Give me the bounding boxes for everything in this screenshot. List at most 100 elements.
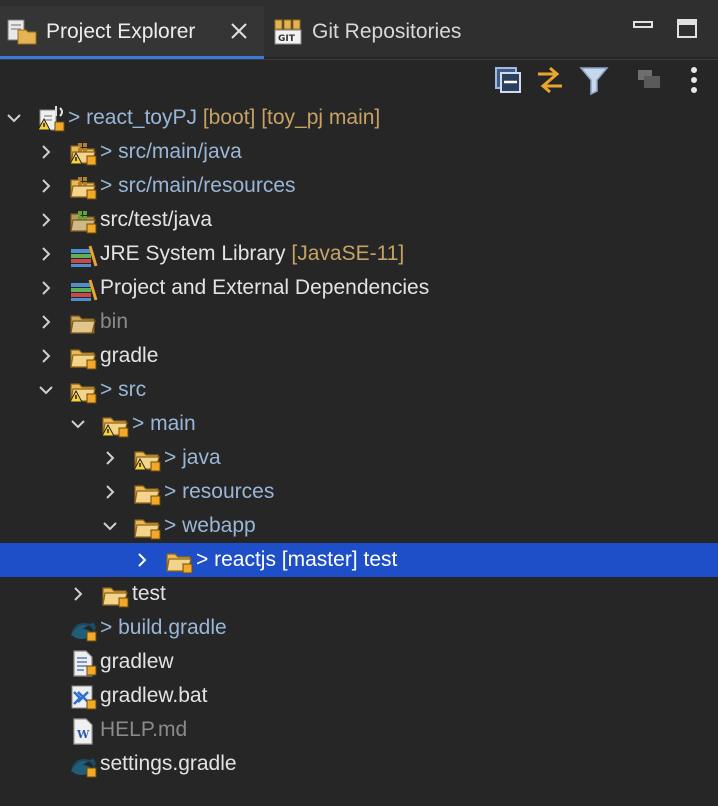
tab-git-repositories[interactable]: GIT Git Repositories xyxy=(266,6,496,56)
tree-row-file-gradlew-bat[interactable]: gradlew.bat xyxy=(0,679,718,713)
item-name: webapp xyxy=(182,514,256,537)
tree-item-label: > reactjs [master] test xyxy=(196,547,397,573)
project-explorer-icon xyxy=(7,19,37,45)
chevron-right-icon[interactable] xyxy=(38,144,54,160)
item-name: gradlew xyxy=(100,650,174,673)
tree-item-label: Project and External Dependencies xyxy=(100,275,429,301)
tree-row-folder-main[interactable]: > main xyxy=(0,407,718,441)
link-with-editor-icon[interactable] xyxy=(534,64,566,96)
folder-icon xyxy=(102,587,129,608)
item-name: main xyxy=(150,412,196,435)
tree-item-label: test xyxy=(132,581,166,607)
folder-icon xyxy=(70,349,97,370)
tree-item-label: > main xyxy=(132,411,196,437)
item-name: JRE System Library xyxy=(100,242,286,265)
tree-row-folder-resources[interactable]: > resources xyxy=(0,475,718,509)
git-repositories-icon: GIT xyxy=(274,19,302,45)
chevron-right-icon[interactable] xyxy=(38,178,54,194)
tree-item-label: > webapp xyxy=(164,513,256,539)
tree-row-folder-reactjs[interactable]: > reactjs [master] test xyxy=(0,543,718,577)
dirty-marker: > xyxy=(100,378,119,401)
filter-icon[interactable] xyxy=(578,64,610,96)
chevron-down-icon[interactable] xyxy=(38,382,54,398)
item-name: settings.gradle xyxy=(100,752,237,775)
tree-row-folder-test[interactable]: test xyxy=(0,577,718,611)
item-name: test xyxy=(132,582,166,605)
tree-row-src-main-java[interactable]: > src/main/java xyxy=(0,135,718,169)
tree-row-folder-bin[interactable]: bin xyxy=(0,305,718,339)
pkgfolder-icon xyxy=(70,177,97,200)
tree-row-jre-system-library[interactable]: JRE System Library [JavaSE-11] xyxy=(0,237,718,271)
tree-row-src-main-resources[interactable]: > src/main/resources xyxy=(0,169,718,203)
svg-text:GIT: GIT xyxy=(278,34,296,44)
pkgfolder-green-icon xyxy=(70,211,97,234)
dirty-marker: > xyxy=(68,106,87,129)
dirty-marker: > xyxy=(100,174,119,197)
svg-text:W: W xyxy=(76,728,90,741)
tab-separator xyxy=(0,59,718,60)
tree-row-src-test-java[interactable]: src/test/java xyxy=(0,203,718,237)
chevron-down-icon[interactable] xyxy=(6,110,22,126)
item-name: resources xyxy=(182,480,275,503)
tree-row-folder-webapp[interactable]: > webapp xyxy=(0,509,718,543)
gradle-icon xyxy=(71,758,97,778)
word-icon: W xyxy=(73,718,93,745)
minimize-icon[interactable] xyxy=(632,18,654,32)
dirty-marker: > xyxy=(164,514,183,537)
tree-item-label: HELP.md xyxy=(100,717,187,743)
chevron-down-icon[interactable] xyxy=(70,416,86,432)
folder-icon xyxy=(134,519,161,540)
item-name: HELP.md xyxy=(100,718,188,741)
gradle-icon xyxy=(71,622,97,642)
tree-row-file-settings-gradle[interactable]: settings.gradle xyxy=(0,747,718,781)
folder-warn-icon xyxy=(133,451,161,472)
tab-project-explorer-label: Project Explorer xyxy=(46,20,196,43)
item-name: build.gradle xyxy=(118,616,227,639)
bat-icon xyxy=(71,685,97,710)
chevron-right-icon[interactable] xyxy=(70,586,86,602)
library-icon xyxy=(71,245,98,267)
tree-row-file-build-gradle[interactable]: > build.gradle xyxy=(0,611,718,645)
tree-row-file-gradlew[interactable]: gradlew xyxy=(0,645,718,679)
tab-project-explorer[interactable]: Project Explorer xyxy=(0,6,264,56)
tree-row-project-react-toypj[interactable]: > react_toyPJ [boot] [toy_pj main] xyxy=(0,101,718,135)
chevron-right-icon[interactable] xyxy=(102,484,118,500)
tree-item-label: bin xyxy=(100,309,128,335)
chevron-right-icon[interactable] xyxy=(134,552,150,568)
tab-git-repositories-label: Git Repositories xyxy=(312,20,462,43)
tree-row-file-help-md[interactable]: W HELP.md xyxy=(0,713,718,747)
collapse-all-icon[interactable] xyxy=(492,64,524,96)
item-decoration: [boot] [toy_pj main] xyxy=(197,106,381,129)
tree-item-label: JRE System Library [JavaSE-11] xyxy=(100,241,404,267)
file-icon xyxy=(73,650,97,677)
dirty-marker: > xyxy=(164,480,183,503)
folder-warn-icon xyxy=(69,383,97,404)
close-icon[interactable] xyxy=(228,20,250,42)
item-name: reactjs [master] test xyxy=(214,548,398,571)
tree-row-folder-java[interactable]: > java xyxy=(0,441,718,475)
tree-row-folder-src[interactable]: > src xyxy=(0,373,718,407)
tree-item-label: gradlew xyxy=(100,649,174,675)
tree-item-label: > src/main/resources xyxy=(100,173,296,199)
chevron-down-icon[interactable] xyxy=(102,518,118,534)
item-name: gradlew.bat xyxy=(100,684,208,707)
item-name: src/test/java xyxy=(100,208,213,231)
select-working-set-icon[interactable] xyxy=(634,64,666,96)
chevron-right-icon[interactable] xyxy=(102,450,118,466)
tree-item-label: settings.gradle xyxy=(100,751,237,777)
chevron-right-icon[interactable] xyxy=(38,246,54,262)
tree-item-label: > react_toyPJ [boot] [toy_pj main] xyxy=(68,105,380,131)
dirty-marker: > xyxy=(132,412,151,435)
tree-row-folder-gradle[interactable]: gradle xyxy=(0,339,718,373)
item-name: src xyxy=(118,378,147,401)
tree-item-label: > resources xyxy=(164,479,274,505)
chevron-right-icon[interactable] xyxy=(38,212,54,228)
chevron-right-icon[interactable] xyxy=(38,348,54,364)
chevron-right-icon[interactable] xyxy=(38,314,54,330)
maximize-icon[interactable] xyxy=(676,18,698,40)
item-name: java xyxy=(182,446,221,469)
chevron-right-icon[interactable] xyxy=(38,280,54,296)
tree-row-project-external-dependencies[interactable]: Project and External Dependencies xyxy=(0,271,718,305)
view-menu-icon[interactable] xyxy=(680,64,712,96)
dirty-marker: > xyxy=(164,446,183,469)
